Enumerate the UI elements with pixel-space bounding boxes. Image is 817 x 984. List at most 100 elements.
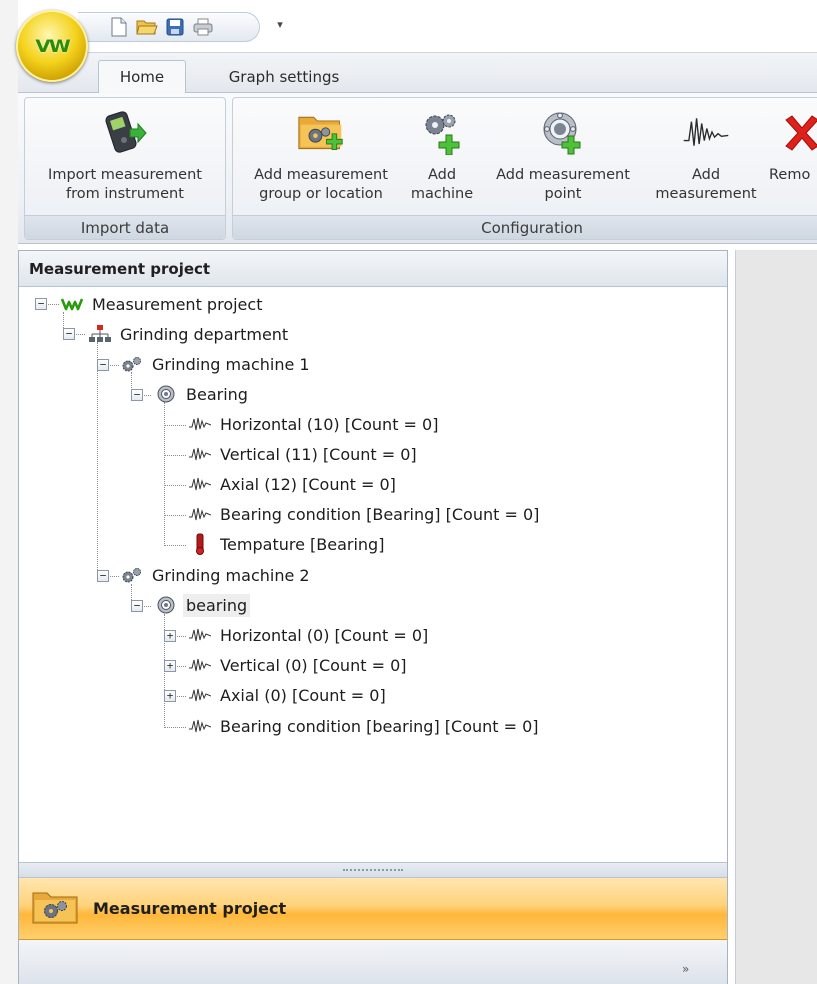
tree-node-label: Vertical (0) [Count = 0] (220, 655, 407, 675)
project-tree[interactable]: − − − − − − + + + Measurement project Gr… (19, 288, 727, 862)
waveform-icon (189, 715, 211, 737)
button-label: Add measurement point (496, 167, 630, 202)
remove-icon (780, 108, 817, 156)
expand-toggle[interactable]: + (164, 690, 176, 702)
collapse-toggle[interactable]: − (131, 600, 143, 612)
tree-node-label: Axial (12) [Count = 0] (220, 474, 396, 494)
tree-node-machine[interactable]: Grinding machine 1 (121, 349, 313, 379)
button-label: Remo (769, 167, 811, 183)
tree-node-label: Axial (0) [Count = 0] (220, 685, 386, 705)
tree-node-label: Bearing condition [Bearing] [Count = 0] (220, 504, 540, 524)
panel-title: Measurement project (19, 251, 727, 287)
waveform-icon (189, 473, 211, 495)
tree-connector (164, 545, 186, 546)
folder-machine-icon (31, 887, 81, 931)
tree-node-measurement[interactable]: Tempature [Bearing] (189, 529, 387, 559)
open-folder-icon[interactable] (136, 16, 158, 38)
tree-node-label: Tempature [Bearing] (220, 534, 385, 554)
tree-node-measurement[interactable]: Horizontal (0) [Count = 0] (189, 620, 431, 650)
tree-node-label: Horizontal (0) [Count = 0] (220, 625, 429, 645)
tree-node-measurement[interactable]: Vertical (0) [Count = 0] (189, 650, 409, 680)
collapse-toggle[interactable]: − (97, 570, 109, 582)
tree-node-measurement[interactable]: Bearing condition [bearing] [Count = 0] (189, 711, 542, 741)
tree-node-label: bearing (183, 593, 251, 617)
tree-connector (164, 402, 165, 546)
tree-node-label: Grinding department (120, 324, 289, 344)
tab-graph-settings[interactable]: Graph settings (204, 60, 364, 93)
bearing-icon (155, 383, 177, 405)
add-measurement-button[interactable]: Add measurement (646, 102, 766, 214)
bearing-icon (155, 594, 177, 616)
button-label: Add measurement (655, 167, 757, 202)
print-icon[interactable] (192, 16, 214, 38)
save-icon[interactable] (164, 16, 186, 38)
splitter-grip (343, 868, 403, 872)
tree-node-label: Horizontal (10) [Count = 0] (220, 414, 439, 434)
tree-node-measurement-point[interactable]: Bearing (155, 379, 251, 409)
folder-add-icon (297, 108, 345, 156)
project-icon (61, 293, 83, 315)
tree-node-machine[interactable]: Grinding machine 2 (121, 560, 313, 590)
add-measurement-point-button[interactable]: Add measurement point (480, 102, 646, 214)
collapse-toggle[interactable]: − (131, 389, 143, 401)
tree-node-department[interactable]: Grinding department (89, 319, 291, 349)
tree-node-label: Vertical (11) [Count = 0] (220, 444, 417, 464)
tree-node-measurement[interactable]: Axial (12) [Count = 0] (189, 469, 399, 499)
nav-item-label: Measurement project (93, 899, 287, 918)
tree-node-measurement[interactable]: Horizontal (10) [Count = 0] (189, 409, 441, 439)
machine-add-icon (418, 108, 466, 156)
new-document-icon[interactable] (108, 16, 130, 38)
tree-connector (97, 342, 98, 578)
group-caption: Import data (25, 215, 225, 239)
tree-node-label: Measurement project (92, 294, 263, 314)
tree-node-measurement[interactable]: Bearing condition [Bearing] [Count = 0] (189, 499, 542, 529)
add-machine-button[interactable]: Add machine (404, 102, 480, 214)
workspace-area (735, 250, 817, 984)
waveform-icon (189, 503, 211, 525)
panel-splitter[interactable] (19, 862, 727, 878)
waveform-icon (189, 684, 211, 706)
tab-home[interactable]: Home (98, 60, 186, 93)
thermometer-icon (189, 533, 211, 555)
app-menu-button[interactable]: VW (16, 10, 88, 82)
expand-toggle[interactable]: + (164, 660, 176, 672)
machine-icon (121, 353, 143, 375)
nav-overflow-chevron-icon[interactable]: » (682, 962, 702, 978)
waveform-icon (189, 413, 211, 435)
button-label: Import measurement from instrument (48, 167, 202, 202)
nav-item-measurement-project[interactable]: Measurement project (19, 878, 727, 940)
tree-node-measurement-point[interactable]: bearing (155, 590, 251, 620)
import-measurement-button[interactable]: Import measurement from instrument (28, 102, 222, 214)
tree-node-label: Grinding machine 1 (152, 354, 310, 374)
tree-node-measurement[interactable]: Vertical (11) [Count = 0] (189, 439, 420, 469)
tree-node-measurement[interactable]: Axial (0) [Count = 0] (189, 680, 389, 710)
group-caption: Configuration (233, 215, 817, 239)
button-label: Add measurement group or location (254, 167, 388, 202)
tree-node-label: Bearing (186, 384, 248, 404)
tree-node-project[interactable]: Measurement project (61, 289, 265, 319)
app-logo: VW (35, 35, 71, 57)
tree-connector (164, 485, 186, 486)
add-measurement-group-button[interactable]: Add measurement group or location (238, 102, 404, 214)
machine-icon (121, 564, 143, 586)
instrument-import-icon (101, 108, 149, 156)
bearing-add-icon (539, 108, 587, 156)
collapse-toggle[interactable]: − (97, 359, 109, 371)
tree-node-label: Bearing condition [bearing] [Count = 0] (220, 716, 539, 736)
department-icon (89, 323, 111, 345)
tree-connector (164, 455, 186, 456)
button-label: Add machine (410, 167, 474, 202)
waveform-icon (189, 654, 211, 676)
navigation-footer (19, 940, 727, 984)
waveform-icon (189, 624, 211, 646)
waveform-icon (682, 108, 730, 156)
collapse-toggle[interactable]: − (63, 328, 75, 340)
tree-connector (164, 425, 186, 426)
remove-button[interactable]: Remo (766, 102, 817, 214)
expand-toggle[interactable]: + (164, 630, 176, 642)
waveform-icon (189, 443, 211, 465)
customize-toolbar-icon[interactable]: ▾ (272, 18, 288, 34)
tree-connector (164, 515, 186, 516)
window-edge (0, 0, 18, 984)
collapse-toggle[interactable]: − (35, 298, 47, 310)
